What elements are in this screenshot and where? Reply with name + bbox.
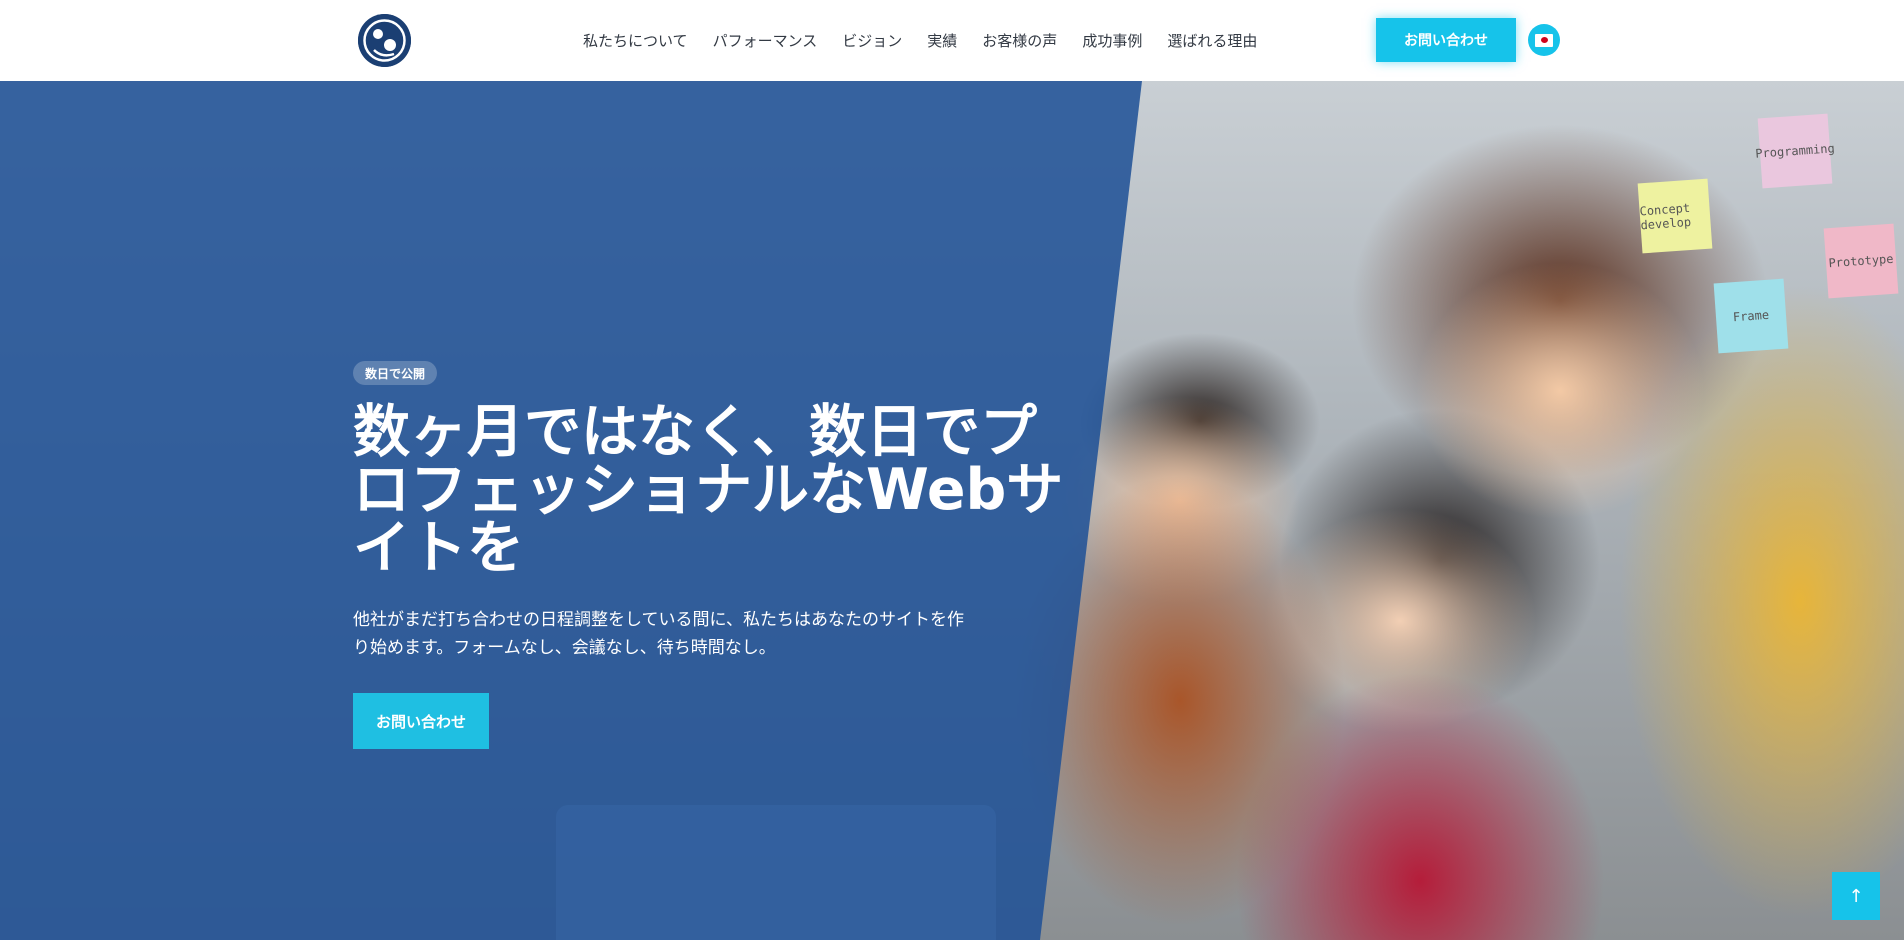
scroll-to-top-button[interactable]: ↑ — [1832, 872, 1880, 920]
headline-line: 数ヶ月ではなく、数日でプ — [353, 399, 1037, 465]
nav-achievements[interactable]: 実績 — [927, 30, 957, 51]
sticky-note: Programming — [1755, 113, 1835, 189]
subtext-line: り始めます。フォームなし、会議なし、待ち時間なし。 — [353, 638, 776, 658]
nav-testimonials[interactable]: お客様の声 — [982, 30, 1057, 51]
hero-section: Programming Concept develop Prototype Fr… — [0, 81, 1904, 940]
arrow-up-icon: ↑ — [1848, 885, 1864, 907]
headline-line: イトを — [353, 515, 524, 581]
laptop-silhouette — [556, 805, 996, 940]
hero-badge: 数日で公開 — [353, 361, 438, 385]
header-contact-button[interactable]: お問い合わせ — [1376, 18, 1516, 62]
nav-why-us[interactable]: 選ばれる理由 — [1167, 30, 1257, 51]
hero-headline: 数ヶ月ではなく、数日でプ ロフェッショナルなWebサ イトを — [353, 403, 1093, 577]
nav-about[interactable]: 私たちについて — [583, 30, 688, 51]
language-switcher[interactable] — [1528, 24, 1560, 56]
logo[interactable] — [358, 14, 411, 67]
nav-vision[interactable]: ビジョン — [842, 30, 902, 51]
sticky-note: Frame — [1713, 278, 1789, 354]
nav-case-studies[interactable]: 成功事例 — [1082, 30, 1142, 51]
logo-icon — [358, 14, 411, 67]
nav-performance[interactable]: パフォーマンス — [713, 30, 818, 51]
japan-flag-icon — [1535, 33, 1553, 47]
site-header: 私たちについて パフォーマンス ビジョン 実績 お客様の声 成功事例 選ばれる理… — [0, 0, 1904, 81]
sticky-note: Concept develop — [1637, 178, 1713, 254]
subtext-line: 他社がまだ打ち合わせの日程調整をしている間に、私たちはあなたのサイトを作 — [353, 610, 964, 630]
sticky-note: Prototype — [1823, 223, 1899, 299]
main-nav: 私たちについて パフォーマンス ビジョン 実績 お客様の声 成功事例 選ばれる理… — [583, 0, 1257, 81]
hero-subtext: 他社がまだ打ち合わせの日程調整をしている間に、私たちはあなたのサイトを作 り始め… — [353, 606, 1013, 662]
hero-contact-button[interactable]: お問い合わせ — [353, 693, 489, 749]
headline-line: ロフェッショナルなWebサ — [353, 457, 1064, 523]
